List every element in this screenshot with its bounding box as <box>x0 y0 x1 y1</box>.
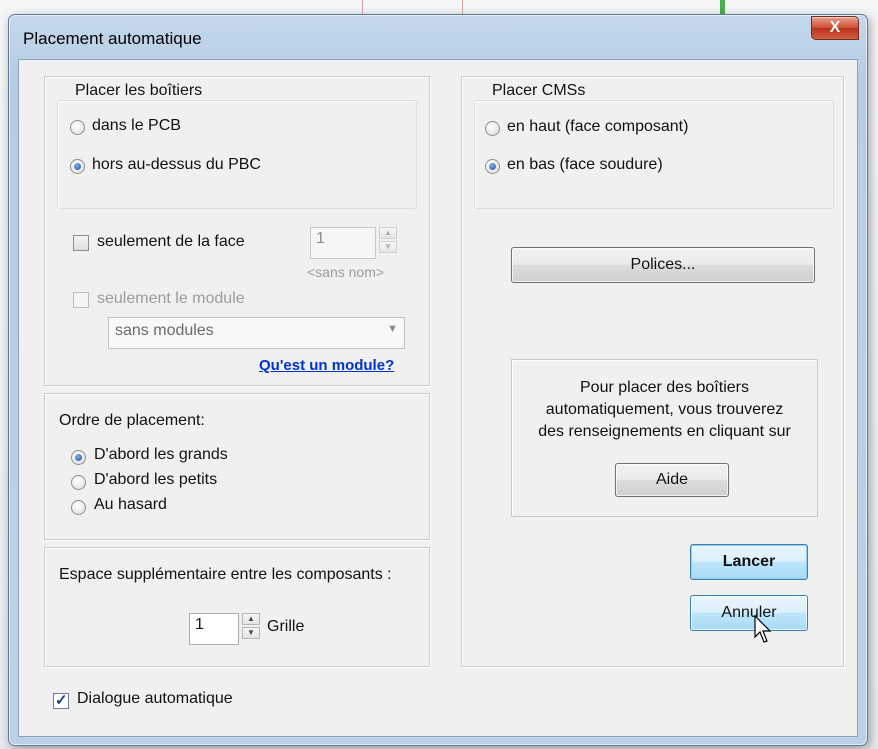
face-name-hint: <sans nom> <box>307 264 385 280</box>
spin-up-icon[interactable]: ▲ <box>379 227 397 239</box>
dialog-window: Placement automatique X Placer les boîti… <box>8 14 868 746</box>
espace-label: Espace supplémentaire entre les composan… <box>59 566 392 583</box>
radio-petits[interactable] <box>71 475 86 490</box>
placement-panel: Placer les boîtiers dans le PCB hors au-… <box>44 76 430 386</box>
placer-boitiers-heading: Placer les boîtiers <box>75 82 203 99</box>
background-line <box>362 0 363 14</box>
info-line-1: Pour placer des boîtiers <box>580 379 749 396</box>
right-panel: Placer CMSs en haut (face composant) en … <box>461 76 844 667</box>
dialog-client-area: Placer les boîtiers dans le PCB hors au-… <box>18 59 858 737</box>
placer-cms-heading: Placer CMSs <box>492 82 586 99</box>
chevron-down-icon: ▼ <box>387 323 398 335</box>
radio-hasard-label[interactable]: Au hasard <box>94 496 167 514</box>
dialog-title: Placement automatique <box>23 29 202 48</box>
radio-dans-pcb-label[interactable]: dans le PCB <box>92 117 181 135</box>
radio-en-haut-label[interactable]: en haut (face composant) <box>507 118 688 136</box>
module-checkbox-label[interactable]: seulement le module <box>97 290 245 308</box>
radio-grands-label[interactable]: D'abord les grands <box>94 446 228 464</box>
placer-cms-group: Placer CMSs en haut (face composant) en … <box>474 82 834 209</box>
polices-button[interactable]: Polices... <box>511 247 815 283</box>
radio-dans-pcb[interactable] <box>70 120 85 135</box>
radio-hors-pbc[interactable] <box>70 159 85 174</box>
background-trace <box>720 0 725 14</box>
face-checkbox-label[interactable]: seulement de la face <box>97 233 245 251</box>
info-box: Pour placer des boîtiers automatiquement… <box>511 359 818 517</box>
module-checkbox[interactable] <box>73 292 89 308</box>
face-checkbox[interactable] <box>73 235 89 251</box>
close-button[interactable]: X <box>811 16 859 40</box>
espace-input[interactable]: 1 <box>189 613 239 645</box>
dialogue-auto-checkbox[interactable] <box>53 691 69 709</box>
radio-en-bas[interactable] <box>485 159 500 174</box>
placer-boitiers-group: Placer les boîtiers dans le PCB hors au-… <box>57 82 417 209</box>
spin-down-icon[interactable]: ▼ <box>379 241 397 253</box>
annuler-button[interactable]: Annuler <box>690 595 808 631</box>
info-line-2: automatiquement, vous trouverez <box>545 401 784 418</box>
module-select-value: sans modules <box>115 322 214 339</box>
module-select[interactable]: sans modules ▼ <box>108 317 405 349</box>
face-number-input[interactable]: 1 <box>310 227 376 259</box>
ordre-heading: Ordre de placement: <box>59 412 205 429</box>
spin-down-icon[interactable]: ▼ <box>242 627 260 639</box>
face-spinner[interactable]: ▲ ▼ <box>379 227 397 259</box>
radio-en-bas-label[interactable]: en bas (face soudure) <box>507 156 663 174</box>
lancer-button[interactable]: Lancer <box>690 544 808 580</box>
espace-spinner[interactable]: ▲ ▼ <box>242 613 260 645</box>
radio-hors-pbc-label[interactable]: hors au-dessus du PBC <box>92 156 261 174</box>
ordre-panel: Ordre de placement: D'abord les grands D… <box>44 393 430 540</box>
radio-grands[interactable] <box>71 450 86 465</box>
close-icon: X <box>829 19 841 36</box>
radio-petits-label[interactable]: D'abord les petits <box>94 471 217 489</box>
espace-panel: Espace supplémentaire entre les composan… <box>44 547 430 667</box>
radio-hasard[interactable] <box>71 500 86 515</box>
module-help-link[interactable]: Qu'est un module? <box>259 357 394 374</box>
dialogue-auto-label[interactable]: Dialogue automatique <box>77 690 233 708</box>
espace-unit: Grille <box>267 618 305 635</box>
mouse-pointer-icon <box>754 615 772 643</box>
info-line-3: des renseignements en cliquant sur <box>538 423 791 440</box>
radio-en-haut[interactable] <box>485 121 500 136</box>
background-line <box>462 0 463 14</box>
spin-up-icon[interactable]: ▲ <box>242 613 260 625</box>
aide-button[interactable]: Aide <box>615 463 729 497</box>
